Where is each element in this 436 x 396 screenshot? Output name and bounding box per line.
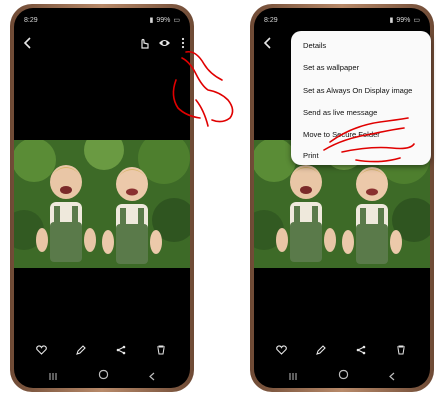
menu-item-print[interactable]: Print (303, 151, 319, 160)
right-nav-bar (254, 366, 430, 382)
left-status-bar: 8:29 ▮ 99% ▭ (24, 14, 180, 26)
edit-icon[interactable] (76, 342, 86, 360)
menu-item-set-as-wallpaper[interactable]: Set as wallpaper (303, 63, 359, 72)
left-status-battery: 99% (156, 16, 171, 24)
eye-icon[interactable] (158, 36, 171, 54)
nav-back-icon[interactable] (388, 368, 396, 386)
left-photo[interactable] (14, 140, 190, 268)
right-status-bar: 8:29 ▮ 99% ▭ (264, 14, 420, 26)
right-status-time: 8:29 (264, 16, 278, 24)
recent-apps-icon[interactable] (288, 368, 298, 386)
delete-icon[interactable] (396, 342, 406, 360)
menu-item-set-as-aod-image[interactable]: Set as Always On Display image (303, 86, 412, 95)
left-phone: 8:29 ▮ 99% ▭ (10, 4, 194, 392)
left-bottom-actions (14, 338, 190, 358)
more-options-icon[interactable] (180, 36, 186, 54)
back-icon[interactable] (22, 36, 34, 54)
signal-icon: ▮ (389, 17, 394, 24)
right-bottom-actions (254, 338, 430, 358)
left-screen: 8:29 ▮ 99% ▭ (14, 8, 190, 388)
share-icon[interactable] (116, 342, 126, 360)
edit-icon[interactable] (316, 342, 326, 360)
signal-icon: ▮ (149, 17, 154, 24)
right-status-battery: 99% (396, 16, 411, 24)
menu-item-send-live-message[interactable]: Send as live message (303, 108, 377, 117)
battery-icon: ▭ (173, 17, 180, 24)
home-icon[interactable] (338, 367, 349, 385)
delete-icon[interactable] (156, 342, 166, 360)
battery-icon: ▭ (413, 17, 420, 24)
menu-item-details[interactable]: Details (303, 41, 326, 50)
share-icon[interactable] (356, 342, 366, 360)
nav-back-icon[interactable] (148, 368, 156, 386)
heart-icon[interactable] (276, 342, 287, 360)
back-icon[interactable] (262, 36, 274, 54)
left-nav-bar (14, 366, 190, 382)
home-icon[interactable] (98, 367, 109, 385)
left-status-time: 8:29 (24, 16, 38, 24)
twins-photo-image (14, 140, 190, 268)
more-options-menu: Details Set as wallpaper Set as Always O… (291, 31, 431, 165)
left-top-bar (20, 36, 186, 56)
hand-cursor-icon[interactable] (138, 36, 150, 54)
heart-icon[interactable] (36, 342, 47, 360)
menu-item-move-to-secure-folder[interactable]: Move to Secure Folder (303, 130, 380, 139)
recent-apps-icon[interactable] (48, 368, 58, 386)
